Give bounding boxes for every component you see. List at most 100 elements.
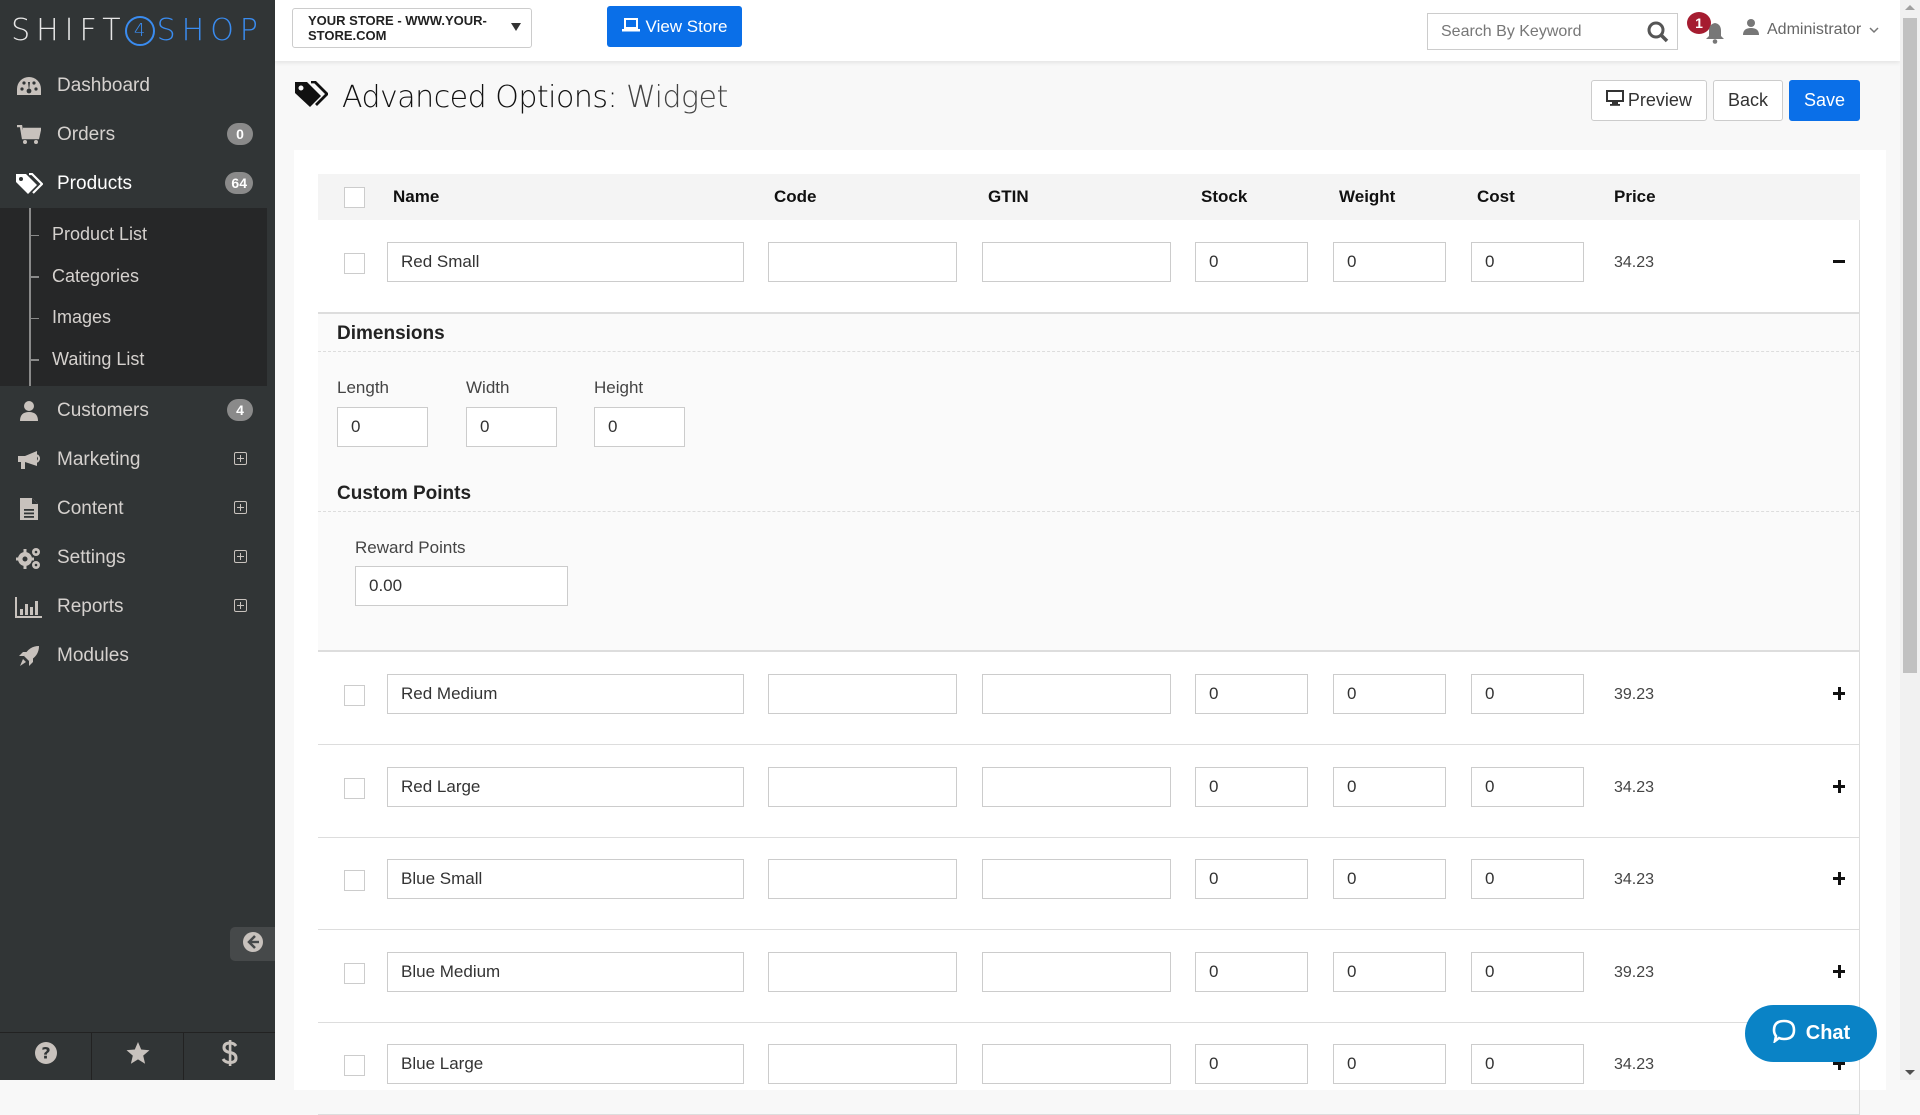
cost-input[interactable] [1471,859,1584,899]
name-input[interactable] [387,674,744,714]
scroll-up-arrow-icon[interactable] [1905,5,1915,10]
sidebar-item-orders[interactable]: Orders 0 [0,110,275,159]
weight-input[interactable] [1333,952,1446,992]
logo-four: 4 [124,15,155,46]
submenu-item-waiting-list[interactable]: Waiting List [0,339,267,381]
row-checkbox[interactable] [344,685,365,706]
options-card: Name Code GTIN Stock Weight Cost Price 3… [294,150,1886,1115]
weight-input[interactable] [1333,674,1446,714]
scroll-down-arrow-icon[interactable] [1905,1070,1915,1075]
favorites-button[interactable] [92,1033,184,1080]
submenu-item-images[interactable]: Images [0,297,267,339]
search-input[interactable] [1441,22,1641,41]
stock-input[interactable] [1195,1044,1308,1084]
help-icon: ? [34,1041,58,1072]
view-store-button[interactable]: View Store [607,6,742,47]
sidebar-item-reports[interactable]: Reports [0,582,275,631]
column-header-stock: Stock [1201,187,1248,206]
price-value: 39.23 [1614,964,1655,981]
preview-button[interactable]: Preview [1590,80,1707,121]
weight-input[interactable] [1333,859,1446,899]
gtin-input[interactable] [982,767,1171,807]
cost-input[interactable] [1471,1044,1584,1084]
user-menu[interactable]: Administrator [1743,18,1879,41]
code-input[interactable] [768,242,957,282]
code-input[interactable] [768,859,957,899]
row-checkbox[interactable] [344,253,365,274]
code-input[interactable] [768,767,957,807]
page-title-product: Widget [626,80,728,115]
store-selector[interactable]: YOUR STORE - WWW.YOUR-STORE.COM [292,8,532,48]
name-input[interactable] [387,1044,744,1084]
code-input[interactable] [768,1044,957,1084]
search-icon[interactable] [1647,21,1669,48]
cost-input[interactable] [1471,952,1584,992]
stock-input[interactable] [1195,674,1308,714]
gtin-input[interactable] [982,952,1171,992]
gtin-input[interactable] [982,859,1171,899]
table-header: Name Code GTIN Stock Weight Cost Price [318,174,1860,220]
cost-input[interactable] [1471,242,1584,282]
preview-label: Preview [1627,90,1692,110]
reward-points-label: Reward Points [355,538,466,557]
cost-input[interactable] [1471,767,1584,807]
sidebar-item-label: Dashboard [57,74,150,96]
products-count-badge: 64 [225,172,253,194]
stock-input[interactable] [1195,859,1308,899]
height-label: Height [594,378,644,397]
sidebar-item-content[interactable]: Content [0,484,275,533]
name-input[interactable] [387,952,744,992]
row-checkbox[interactable] [344,778,365,799]
height-input[interactable] [594,407,685,447]
expand-icon[interactable] [234,550,247,563]
code-input[interactable] [768,952,957,992]
sidebar-item-marketing[interactable]: Marketing [0,435,275,484]
save-button[interactable]: Save [1788,80,1860,121]
weight-input[interactable] [1333,1044,1446,1084]
price-value: 34.23 [1614,1056,1655,1073]
row-checkbox[interactable] [344,870,365,891]
select-all-checkbox[interactable] [344,187,365,208]
cost-input[interactable] [1471,674,1584,714]
name-input[interactable] [387,242,744,282]
row-checkbox[interactable] [344,1055,365,1076]
sidebar-item-modules[interactable]: Modules [0,631,275,680]
stock-input[interactable] [1195,767,1308,807]
tags-icon [294,80,329,114]
width-input[interactable] [466,407,557,447]
length-input[interactable] [337,407,428,447]
submenu-item-product-list[interactable]: Product List [0,214,267,256]
page-scrollbar[interactable] [1900,0,1920,1080]
user-icon [1743,18,1759,41]
sidebar-item-customers[interactable]: Customers 4 [0,386,275,435]
table-row: 34.23 [318,745,1860,838]
billing-button[interactable] [184,1033,275,1080]
sidebar-item-products[interactable]: Products 64 [0,159,275,208]
gtin-input[interactable] [982,242,1171,282]
shift4shop-logo[interactable]: SHIFT 4 SHOP [0,0,275,61]
column-header-cost: Cost [1477,187,1515,206]
expand-icon[interactable] [234,452,247,465]
stock-input[interactable] [1195,242,1308,282]
stock-input[interactable] [1195,952,1308,992]
sidebar-item-settings[interactable]: Settings [0,533,275,582]
chat-button[interactable]: Chat [1745,1005,1877,1062]
name-input[interactable] [387,859,744,899]
reward-points-input[interactable] [355,566,568,606]
back-button[interactable]: Back [1712,80,1783,121]
code-input[interactable] [768,674,957,714]
width-label: Width [466,378,510,397]
weight-input[interactable] [1333,767,1446,807]
scrollbar-thumb[interactable] [1903,18,1917,673]
submenu-item-categories[interactable]: Categories [0,256,267,298]
collapse-sidebar-button[interactable] [230,927,275,961]
gtin-input[interactable] [982,1044,1171,1084]
sidebar-item-dashboard[interactable]: Dashboard [0,61,275,110]
expand-icon[interactable] [234,599,247,612]
help-button[interactable]: ? [0,1033,92,1080]
gtin-input[interactable] [982,674,1171,714]
weight-input[interactable] [1333,242,1446,282]
expand-icon[interactable] [234,501,247,514]
name-input[interactable] [387,767,744,807]
row-checkbox[interactable] [344,963,365,984]
